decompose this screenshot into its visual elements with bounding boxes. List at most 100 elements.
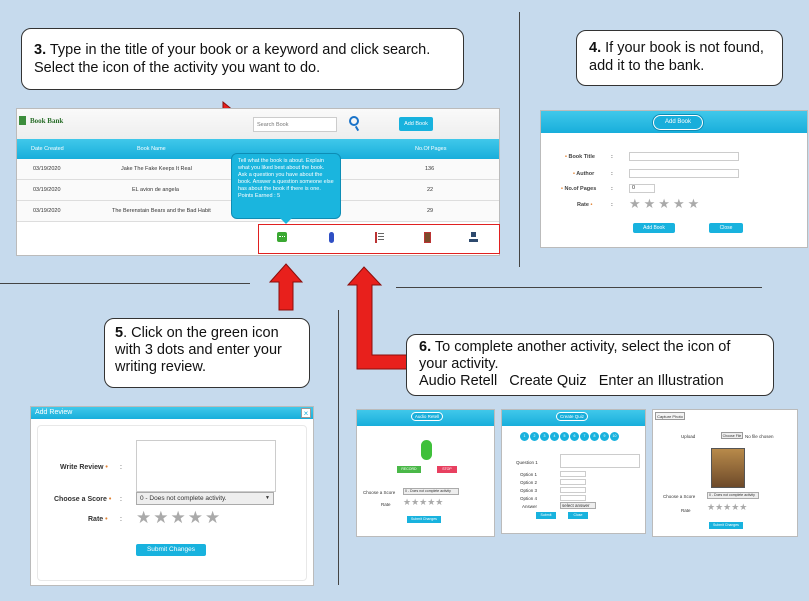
question-tab[interactable]: 7 (580, 432, 589, 441)
stop-button[interactable]: STOP (437, 466, 457, 473)
search-icon[interactable] (349, 116, 359, 126)
step-number: 3. (34, 42, 47, 58)
step-text: If your book is not found, add it to the… (589, 40, 764, 74)
question-tab[interactable]: 2 (530, 432, 539, 441)
close-button[interactable]: Close (709, 223, 743, 233)
create-quiz-panel: Create Quiz 1 2 3 4 5 6 7 8 9 10 Questio… (501, 409, 646, 534)
answer-select[interactable]: select answer (560, 502, 596, 509)
microphone-icon[interactable] (421, 440, 432, 460)
option-label: Option 2 (520, 480, 538, 485)
illustration-icon[interactable] (424, 232, 431, 243)
writing-review-icon[interactable] (277, 232, 287, 242)
colon: : (611, 154, 613, 160)
column-header[interactable]: Date Created (31, 146, 64, 152)
score-label: Choose a Score (363, 490, 396, 495)
tooltip-points: Points Earned : 5 (238, 193, 281, 199)
row-book-name: EL avion de angela (132, 187, 179, 193)
rate-label: Rate • (88, 516, 108, 523)
option-input[interactable] (560, 471, 586, 477)
choose-file-button[interactable]: Choose File (721, 432, 743, 439)
audio-retell-header: Audio Retell (357, 410, 494, 426)
answer-label: Answer (522, 504, 538, 509)
question-tab[interactable]: 6 (570, 432, 579, 441)
row-book-name: The Berenstain Bears and the Bad Habit (112, 208, 211, 214)
colon: : (120, 464, 122, 471)
microphone-icon[interactable] (329, 232, 334, 243)
rating-stars[interactable]: ★★★★★ (707, 502, 747, 513)
question-tab[interactable]: 8 (590, 432, 599, 441)
author-label: • Author (573, 171, 595, 177)
submit-changes-button[interactable]: Submit Changes (709, 522, 743, 529)
submit-button[interactable]: Submit (536, 512, 556, 519)
question-tab[interactable]: 9 (600, 432, 609, 441)
colon: : (611, 202, 613, 208)
quiz-list-icon[interactable] (375, 232, 384, 243)
add-review-header: Add Review × (31, 407, 313, 419)
column-header[interactable]: No.Of Pages (415, 146, 447, 152)
question-tab[interactable]: 10 (610, 432, 619, 441)
add-book-panel: Add Book • Book Title : • Author : • No.… (540, 110, 808, 248)
question-input[interactable] (560, 454, 640, 468)
divider-vertical-top (519, 12, 520, 267)
divider-horizontal-right (396, 287, 762, 288)
step-number: 6. (419, 339, 432, 355)
row-pages: 29 (427, 208, 434, 214)
capture-photo-button[interactable]: Capture Photo (655, 412, 685, 420)
question-tab[interactable]: 4 (550, 432, 559, 441)
tooltip-text: Tell what the book is about. Explain wha… (238, 158, 334, 192)
option-input[interactable] (560, 495, 586, 501)
create-quiz-title: Create Quiz (556, 412, 588, 421)
book-title-label: • Book Title (565, 154, 595, 160)
submit-changes-button[interactable]: Submit Changes (136, 544, 206, 556)
pages-label: • No.of Pages (561, 186, 597, 192)
close-icon[interactable]: × (301, 408, 311, 418)
step-number: 4. (589, 40, 602, 56)
book-icon (19, 116, 26, 125)
add-review-form: Write Review • : Choose a Score • : 0 - … (37, 425, 307, 581)
upload-icon[interactable] (469, 232, 478, 243)
score-select[interactable]: 0 - Does not complete activity (403, 488, 459, 495)
add-book-button[interactable]: Add Book (399, 117, 433, 131)
question-tab[interactable]: 3 (540, 432, 549, 441)
question-tab[interactable]: 1 (520, 432, 529, 441)
score-select[interactable]: 0 - Does not complete activity (707, 492, 759, 499)
book-cover-image (711, 448, 745, 488)
column-header[interactable]: Book Name (137, 146, 166, 152)
option-label: Option 3 (520, 488, 538, 493)
option-input[interactable] (560, 487, 586, 493)
arrow-to-writing-icon (268, 263, 304, 311)
step-text: To complete another activity, select the… (419, 339, 731, 372)
search-input[interactable]: Search Book (253, 117, 337, 132)
callout-step-3: 3. Type in the title of your book or a k… (21, 28, 464, 90)
rating-stars[interactable]: ★★★★★ (136, 508, 222, 528)
upload-label: Upload (681, 434, 696, 439)
pages-input[interactable]: 0 (629, 184, 655, 193)
record-button[interactable]: RECORD (397, 466, 421, 473)
add-book-submit-button[interactable]: Add Book (633, 223, 675, 233)
colon: : (120, 496, 122, 503)
author-input[interactable] (629, 169, 739, 178)
step-number: 5 (115, 325, 124, 341)
row-pages: 22 (427, 187, 434, 193)
colon: : (611, 186, 613, 192)
colon: : (611, 171, 613, 177)
score-select[interactable]: 0 - Does not complete activity. ▼ (136, 492, 274, 505)
submit-changes-button[interactable]: Submit Changes (407, 516, 441, 523)
rating-stars[interactable]: ★★★★★ (403, 497, 443, 508)
callout-step-4: 4. If your book is not found, add it to … (576, 30, 783, 86)
rating-stars[interactable]: ★★★★★ (629, 196, 702, 212)
step-text: Type in the title of your book or a keyw… (34, 42, 431, 76)
question-tab[interactable]: 5 (560, 432, 569, 441)
review-textarea[interactable] (136, 440, 276, 492)
option-input[interactable] (560, 479, 586, 485)
option-label: Option 4 (520, 496, 538, 501)
audio-retell-panel: Audio Retell RECORD STOP Choose a Score … (356, 409, 495, 537)
callout-step-6: 6. To complete another activity, select … (406, 334, 774, 396)
rate-label: Rate (381, 502, 391, 507)
row-book-name: Jake The Fake Keeps It Real (121, 166, 192, 172)
book-title-input[interactable] (629, 152, 739, 161)
add-book-title: Add Book (653, 115, 703, 130)
rate-label: Rate (681, 508, 691, 513)
close-button[interactable]: Close (568, 512, 588, 519)
activity-names: Audio Retell Create Quiz Enter an Illust… (419, 373, 724, 389)
